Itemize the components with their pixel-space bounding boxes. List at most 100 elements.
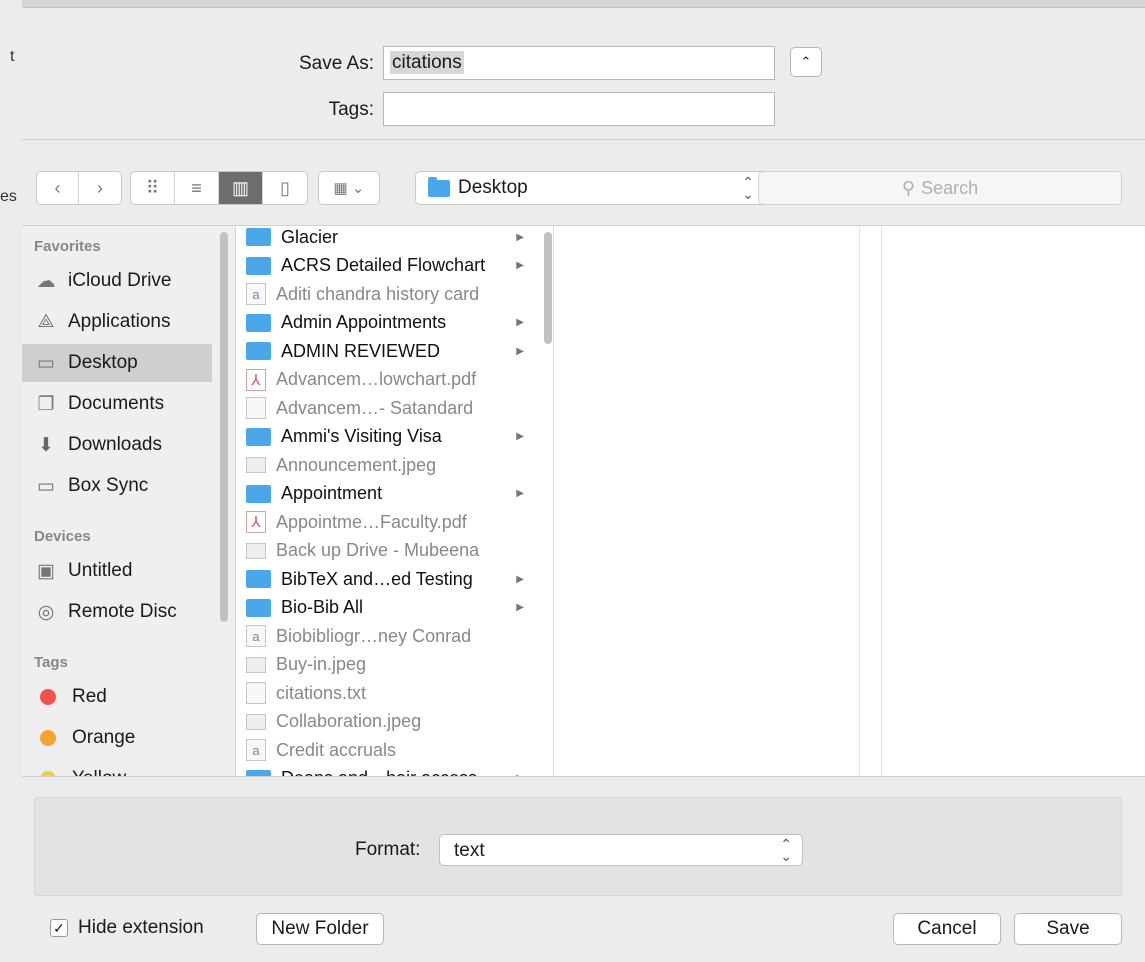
disc-icon: ◎	[37, 601, 55, 623]
save-button[interactable]: Save	[1014, 913, 1122, 945]
collapse-button[interactable]: ⌃	[790, 47, 822, 77]
folder-row[interactable]: Bio-Bib All ▶	[236, 594, 536, 622]
file-row[interactable]: a Biobibliogr…ney Conrad	[236, 622, 536, 650]
image-file-icon	[246, 457, 266, 473]
sidebar-item-label: Box Sync	[68, 475, 149, 496]
folder-icon	[246, 256, 271, 275]
sidebar-item-downloads[interactable]: ⬇ Downloads	[22, 426, 212, 464]
location-label: Desktop	[458, 177, 528, 198]
sidebar-item-untitled[interactable]: ▣ Untitled	[22, 552, 212, 590]
arrange-menu-button[interactable]: ▦ ⌄	[318, 171, 380, 205]
desktop-column: Glacier ▶ ACRS Detailed Flowchart ▶ a Aditi c…	[236, 226, 554, 776]
list-view-button[interactable]: ≡	[175, 172, 219, 204]
search-field[interactable]: ⚲ Search	[758, 171, 1122, 205]
file-name: Glacier	[281, 226, 339, 247]
file-name: Collaboration.jpeg	[276, 711, 422, 731]
tags-field[interactable]	[383, 92, 775, 126]
file-name: Ammi's Visiting Visa	[281, 426, 442, 446]
history-navigation: ‹ ›	[36, 171, 122, 205]
column-scrollbar[interactable]	[544, 232, 552, 344]
background-text-fragment: t	[10, 48, 15, 65]
folder-icon	[246, 769, 271, 776]
file-row[interactable]: Collaboration.jpeg	[236, 708, 536, 736]
file-name: Bio-Bib All	[281, 597, 364, 617]
column-view-icon: ▥	[231, 177, 249, 198]
file-row[interactable]: citations.txt	[236, 679, 536, 707]
downloads-icon: ⬇	[38, 434, 54, 456]
sidebar-tag-yellow[interactable]: Yellow	[22, 760, 212, 776]
sidebar-item-label: Desktop	[68, 352, 138, 373]
disclosure-arrow-icon: ▶	[516, 345, 524, 357]
folder-icon	[246, 228, 271, 246]
sidebar-tag-orange[interactable]: Orange	[22, 719, 212, 757]
cloud-icon: ☁	[36, 270, 56, 292]
folder-row[interactable]: Admin Appointments ▶	[236, 309, 536, 337]
sidebar-item-box-sync[interactable]: ▭ Box Sync	[22, 467, 212, 505]
coverflow-view-button[interactable]: ▯	[263, 172, 307, 204]
disclosure-arrow-icon: ▶	[516, 260, 524, 271]
icon-view-icon: ⠿	[145, 177, 160, 198]
sidebar-item-documents[interactable]: ❐ Documents	[22, 385, 212, 423]
save-as-value: citations	[390, 51, 464, 74]
sidebar-item-label: Remote Disc	[68, 601, 177, 622]
updown-arrows-icon: ⌃ ⌄	[742, 174, 754, 202]
file-row[interactable]: ⅄ Advancem…lowchart.pdf	[236, 366, 536, 394]
back-button[interactable]: ‹	[37, 172, 80, 204]
disclosure-arrow-icon: ▶	[516, 317, 524, 328]
hide-extension-checkbox[interactable]: ✓	[50, 919, 68, 937]
forward-button[interactable]: ›	[79, 172, 121, 204]
sidebar-item-remote-disc[interactable]: ◎ Remote Disc	[22, 593, 212, 631]
file-row[interactable]: Back up Drive - Mubeena	[236, 537, 536, 565]
blank-file-icon	[246, 682, 266, 704]
file-row[interactable]: ⅄ Appointme…Faculty.pdf	[236, 508, 536, 536]
folder-row[interactable]: Glacier ▶	[236, 226, 536, 251]
file-row[interactable]: Announcement.jpeg	[236, 451, 536, 479]
column-view-button[interactable]: ▥	[219, 172, 263, 204]
file-name: ADMIN REVIEWED	[281, 340, 441, 361]
file-browser: Favorites ☁ iCloud Drive ⟁ Applications ▭ D…	[22, 225, 1145, 777]
format-popup[interactable]: text ⌃ ⌄	[439, 834, 803, 866]
sidebar-tag-red[interactable]: Red	[22, 678, 212, 716]
file-name: Admin Appointments	[281, 312, 447, 332]
toolbar: ‹ › ⠿ ≡ ▥ ▯ ▦ ⌄ Desktop ⌃ ⌄ ⚲ Search	[22, 141, 1145, 225]
sidebar-item-label: Downloads	[68, 434, 162, 455]
file-row[interactable]: a Aditi chandra history card	[236, 280, 536, 308]
image-file-icon	[246, 542, 266, 559]
file-row[interactable]: Buy-in.jpeg	[236, 651, 536, 679]
sidebar-item-label: Red	[72, 686, 107, 707]
image-file-icon	[246, 656, 266, 673]
list-view-icon: ≡	[191, 177, 202, 198]
icon-view-button[interactable]: ⠿	[131, 172, 175, 204]
document-icon: a	[246, 625, 266, 647]
folder-icon: ▭	[37, 475, 55, 497]
sidebar: Favorites ☁ iCloud Drive ⟁ Applications ▭ D…	[22, 226, 236, 776]
folder-row[interactable]: ADMIN REVIEWED ▶	[236, 337, 536, 365]
folder-row[interactable]: Appointment ▶	[236, 480, 536, 508]
file-name: Credit accruals	[276, 739, 397, 760]
sidebar-item-icloud-drive[interactable]: ☁ iCloud Drive	[22, 262, 212, 300]
pdf-file-icon: ⅄	[246, 368, 266, 391]
folder-row[interactable]: BibTeX and…ed Testing ▶	[236, 565, 536, 593]
folder-row[interactable]: Deans and…hair access ▶	[236, 765, 536, 776]
sidebar-scrollbar[interactable]	[220, 232, 228, 622]
sidebar-item-label: Applications	[68, 311, 171, 332]
save-as-field[interactable]: citations	[383, 46, 775, 80]
sidebar-item-label: Yellow	[72, 768, 126, 776]
updown-arrows-icon: ⌃ ⌄	[780, 836, 792, 864]
new-folder-button[interactable]: New Folder	[256, 913, 384, 945]
folder-icon	[246, 598, 271, 617]
folder-row[interactable]: Ammi's Visiting Visa ▶	[236, 423, 536, 451]
sidebar-item-applications[interactable]: ⟁ Applications	[22, 303, 212, 341]
file-name: Buy-in.jpeg	[276, 654, 367, 674]
tags-heading: Tags	[34, 654, 68, 671]
file-row[interactable]: Advancem…- Satandard	[236, 394, 536, 422]
sidebar-item-label: Orange	[72, 727, 136, 748]
folder-row[interactable]: ACRS Detailed Flowchart ▶	[236, 252, 536, 280]
save-as-label: Save As:	[299, 53, 374, 74]
disk-icon: ▣	[37, 560, 55, 582]
sidebar-item-desktop[interactable]: ▭ Desktop	[22, 344, 212, 382]
cancel-button[interactable]: Cancel	[893, 913, 1001, 945]
file-row[interactable]: a Credit accruals	[236, 736, 536, 764]
save-as-area: Save As: citations Tags: ⌃	[22, 8, 1145, 140]
location-popup[interactable]: Desktop ⌃ ⌄	[415, 171, 765, 205]
